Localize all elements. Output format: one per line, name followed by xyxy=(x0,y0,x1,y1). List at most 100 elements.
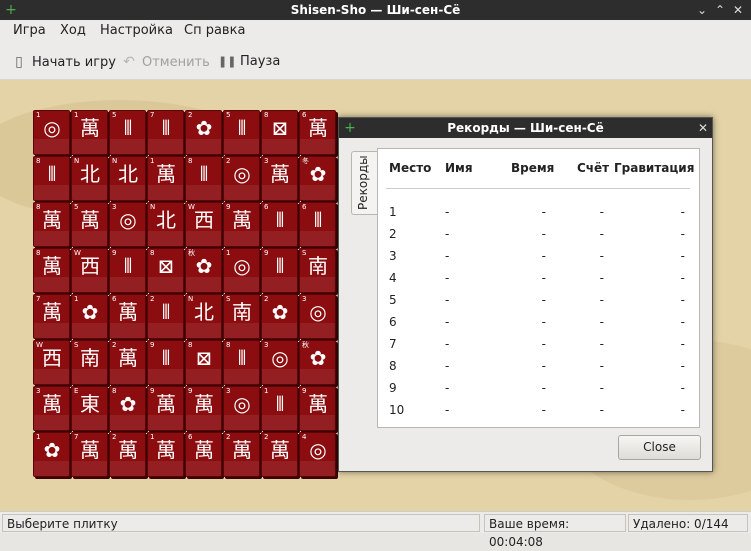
tile[interactable]: 6萬 xyxy=(299,110,336,155)
tile-face: 萬 xyxy=(156,438,176,462)
tile[interactable]: 1 ✿ xyxy=(71,294,108,339)
table-cell: - xyxy=(445,381,450,395)
tile[interactable]: N北 xyxy=(71,156,108,201)
table-cell: 4 xyxy=(389,271,397,285)
tile[interactable]: 3萬 xyxy=(261,156,298,201)
tile-face: 西 xyxy=(42,346,62,370)
tile[interactable]: 7萬 xyxy=(71,432,108,477)
new-game-button[interactable]: ▯ Начать игру xyxy=(10,52,116,72)
tile[interactable]: 5 ⦀ xyxy=(223,110,260,155)
tile[interactable]: 2萬 xyxy=(109,340,146,385)
tile[interactable]: N北 xyxy=(109,156,146,201)
tile[interactable]: 4 ◎ xyxy=(299,432,336,477)
tile[interactable]: 3萬 xyxy=(33,386,70,431)
tile-face: ⦀ xyxy=(237,346,247,370)
tile[interactable]: 2萬 xyxy=(223,432,260,477)
tile[interactable]: 8萬 xyxy=(33,202,70,247)
tile[interactable]: 8萬 xyxy=(33,248,70,293)
tile[interactable]: 1 ✿ xyxy=(33,432,70,477)
tile[interactable]: 1 ◎ xyxy=(33,110,70,155)
tile[interactable]: 3 ◎ xyxy=(299,294,336,339)
menu-help[interactable]: Сп равка xyxy=(184,20,245,42)
close-button[interactable]: Close xyxy=(618,435,701,460)
tile[interactable]: N北 xyxy=(147,202,184,247)
tile[interactable]: 6 ⦀ xyxy=(299,202,336,247)
tile[interactable]: 6萬 xyxy=(185,432,222,477)
tile[interactable]: N北 xyxy=(185,294,222,339)
tab-highscores[interactable]: Рекорды xyxy=(351,151,377,215)
tile[interactable]: 5 ⦀ xyxy=(109,110,146,155)
tile[interactable]: 8 ✿ xyxy=(109,386,146,431)
tile[interactable]: 2萬 xyxy=(261,432,298,477)
tile-face: ◎ xyxy=(233,392,251,416)
tile[interactable]: 8 ⊠ xyxy=(147,248,184,293)
undo-button[interactable]: ↶ Отменить xyxy=(120,52,210,72)
tile[interactable]: 3 ◎ xyxy=(223,386,260,431)
tile[interactable]: 9萬 xyxy=(223,202,260,247)
tile[interactable]: 8 ⦀ xyxy=(185,156,222,201)
tile[interactable]: 9萬 xyxy=(299,386,336,431)
tile[interactable]: 8 ⦀ xyxy=(33,156,70,201)
tile[interactable]: W西 xyxy=(71,248,108,293)
tile-face: 萬 xyxy=(308,392,328,416)
minimize-button[interactable]: ⌄ xyxy=(693,1,711,19)
tile-shine xyxy=(148,139,183,154)
tile[interactable]: 5萬 xyxy=(71,202,108,247)
tile[interactable]: 9 ⦀ xyxy=(109,248,146,293)
tile[interactable]: 2 ✿ xyxy=(185,110,222,155)
dialog-close-icon[interactable]: ✕ xyxy=(694,119,712,137)
menu-move[interactable]: Ход xyxy=(60,20,86,42)
status-time: Ваше время: 00:04:08 xyxy=(484,514,626,549)
tile[interactable]: 2萬 xyxy=(109,432,146,477)
table-cell: - xyxy=(541,293,546,307)
close-window-button[interactable]: ✕ xyxy=(729,1,747,19)
menu-game[interactable]: Игра xyxy=(13,20,46,42)
tile[interactable]: 1萬 xyxy=(71,110,108,155)
maximize-button[interactable]: ⌃ xyxy=(711,1,729,19)
tile[interactable]: S南 xyxy=(223,294,260,339)
tile[interactable]: S南 xyxy=(299,248,336,293)
tile[interactable]: 1 ⦀ xyxy=(261,386,298,431)
menu-settings[interactable]: Настройка xyxy=(100,20,173,42)
tile-shine xyxy=(186,369,221,384)
tile[interactable]: 2 ◎ xyxy=(223,156,260,201)
tile-shine xyxy=(34,277,69,292)
tile[interactable]: 8 ⦀ xyxy=(223,340,260,385)
tile[interactable]: 8 ⊠ xyxy=(261,110,298,155)
tile[interactable]: 6 ⦀ xyxy=(261,202,298,247)
table-cell: 1 xyxy=(389,205,397,219)
tile[interactable]: E東 xyxy=(71,386,108,431)
tile-face: ⦀ xyxy=(199,162,209,186)
tile[interactable]: 1萬 xyxy=(147,432,184,477)
tile[interactable]: 2 ✿ xyxy=(261,294,298,339)
tile[interactable]: S南 xyxy=(71,340,108,385)
tile[interactable]: 9萬 xyxy=(147,386,184,431)
tile[interactable]: 3 ◎ xyxy=(109,202,146,247)
tile[interactable]: 9 ⦀ xyxy=(147,340,184,385)
table-cell: - xyxy=(680,249,685,263)
tile[interactable]: 秋 ✿ xyxy=(185,248,222,293)
tile[interactable]: 3 ◎ xyxy=(261,340,298,385)
tile[interactable]: 8 ⊠ xyxy=(185,340,222,385)
tile-face: ⊠ xyxy=(157,254,175,278)
tile[interactable]: W西 xyxy=(33,340,70,385)
tile[interactable]: 1 ◎ xyxy=(223,248,260,293)
table-cell: - xyxy=(541,337,546,351)
table-cell: - xyxy=(445,293,450,307)
tile[interactable]: 7 ⦀ xyxy=(147,110,184,155)
tile[interactable]: 1萬 xyxy=(147,156,184,201)
tile[interactable]: 2 ⦀ xyxy=(147,294,184,339)
tile-face: ⦀ xyxy=(275,254,285,278)
tile[interactable]: 秋 ✿ xyxy=(299,340,336,385)
tile[interactable]: 冬 ✿ xyxy=(299,156,336,201)
tile-shine xyxy=(262,415,297,430)
pause-button[interactable]: ❚❚ Пауза xyxy=(218,52,280,72)
tile[interactable]: W西 xyxy=(185,202,222,247)
tile[interactable]: 9 ⦀ xyxy=(261,248,298,293)
tile[interactable]: 6萬 xyxy=(109,294,146,339)
tile-face: ⦀ xyxy=(313,208,323,232)
tile[interactable]: 9萬 xyxy=(185,386,222,431)
table-cell: - xyxy=(541,315,546,329)
tile[interactable]: 7萬 xyxy=(33,294,70,339)
column-header-score: Счёт xyxy=(577,161,610,175)
